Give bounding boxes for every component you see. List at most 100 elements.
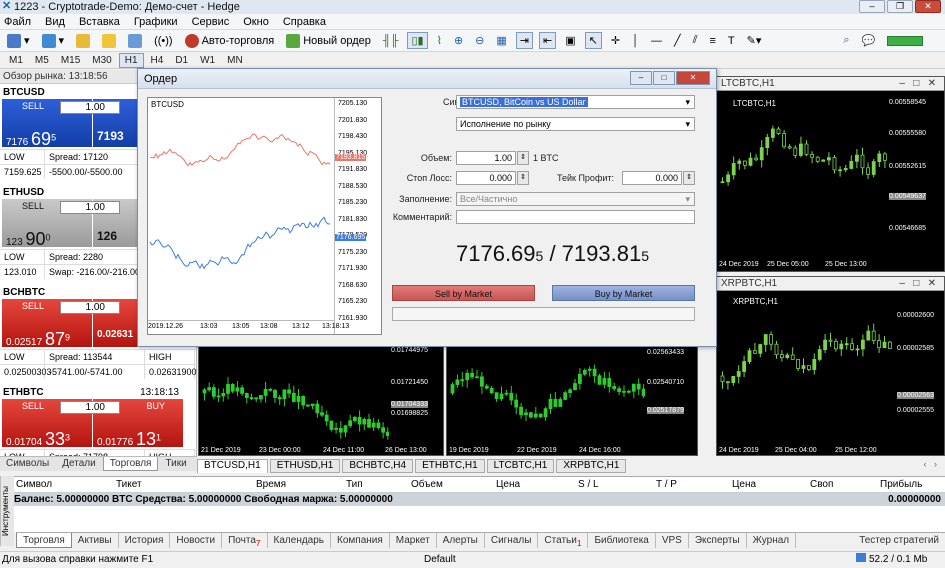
timeframe-h4[interactable]: H4 — [146, 54, 169, 67]
indicators-button[interactable]: ▣ — [562, 33, 578, 48]
chart-window-xrpbtc[interactable]: XRPBTC,H1 – □ ✕ XRPBTC,H1 0.00002600 0.00… — [716, 276, 945, 456]
new-order-button[interactable]: Новый ордер — [283, 33, 374, 49]
strategy-tester-button[interactable]: Тестер стратегий — [853, 533, 945, 548]
col-swap[interactable]: Своп — [810, 477, 880, 492]
navigator-button[interactable] — [99, 33, 119, 49]
chart-window-ltcbtc[interactable]: LTCBTC,H1 – □ ✕ LTCBTC,H1 0.00558545 0.00… — [716, 76, 945, 272]
zoom-out-button[interactable]: ⊖ — [472, 33, 487, 48]
tab-alerts[interactable]: Алерты — [437, 533, 485, 548]
tab-news[interactable]: Новости — [170, 533, 223, 548]
chart-tab-xrpbtc[interactable]: XRPBTC,H1 — [556, 459, 627, 473]
signal-button[interactable]: ((•)) — [151, 34, 176, 48]
timeframe-m1[interactable]: M1 — [4, 54, 28, 67]
fill-policy-select[interactable]: Все/Частично ▾ — [456, 192, 695, 206]
candle-chart-button[interactable]: ▯▮ — [407, 32, 428, 49]
vertical-line-button[interactable]: │ — [629, 34, 642, 48]
tab-signals[interactable]: Сигналы — [485, 533, 539, 548]
text-button[interactable]: T — [725, 34, 738, 48]
tab-details[interactable]: Детали — [56, 457, 101, 471]
tab-experts[interactable]: Эксперты — [689, 533, 747, 548]
order-type-select[interactable]: Исполнение по рынку ▾ — [456, 117, 695, 131]
chart-tab-btcusd[interactable]: BTCUSD,H1 — [197, 459, 268, 473]
tab-vps[interactable]: VPS — [656, 533, 689, 548]
timeframe-h1[interactable]: H1 — [118, 52, 144, 68]
line-chart-button[interactable]: ⌇ — [434, 33, 445, 48]
toolbox-side-label[interactable]: Инструменты — [0, 476, 14, 546]
tile-windows-button[interactable]: ▦ — [493, 33, 509, 48]
crosshair-button[interactable]: ✛ — [608, 33, 623, 48]
tab-symbols[interactable]: Символы — [0, 457, 55, 471]
dialog-minimize-button[interactable]: – — [630, 71, 652, 85]
trend-line-button[interactable]: ╱ — [671, 33, 684, 48]
fibo-button[interactable]: ≡ — [706, 34, 718, 48]
chart-tab-ltcbtc[interactable]: LTCBTC,H1 — [486, 459, 555, 473]
chat-button[interactable]: 💬 — [859, 33, 879, 48]
col-price[interactable]: Цена — [496, 477, 578, 492]
bar-chart-button[interactable]: ╢╟ — [380, 34, 402, 48]
comment-input[interactable] — [456, 210, 695, 224]
zoom-in-button[interactable]: ⊕ — [451, 33, 466, 48]
search-button[interactable]: ⌕ — [840, 33, 852, 48]
volume-spinner[interactable]: ⇕ — [517, 151, 529, 165]
menu-tools[interactable]: Сервис — [192, 16, 230, 28]
volume-input[interactable]: 1.00 — [60, 201, 120, 214]
chart-window-bchbtc[interactable]: 0.02563433 0.02540710 0.02517879 19 Dec … — [446, 340, 698, 456]
timeframe-m5[interactable]: M5 — [30, 54, 54, 67]
autotrade-button[interactable]: Авто-торговля — [182, 33, 278, 49]
menu-help[interactable]: Справка — [283, 16, 326, 28]
tab-trading[interactable]: Торговля — [102, 457, 159, 471]
shapes-button[interactable]: ✎▾ — [744, 33, 765, 48]
timeframe-w1[interactable]: W1 — [195, 54, 220, 67]
take-profit-input[interactable]: 0.000 — [622, 171, 682, 185]
chart-tab-ethbtc[interactable]: ETHBTC,H1 — [415, 459, 485, 473]
tab-assets[interactable]: Активы — [72, 533, 119, 548]
tab-market[interactable]: Маркет — [390, 533, 437, 548]
menu-window[interactable]: Окно — [243, 16, 269, 28]
col-profit[interactable]: Прибыль — [880, 477, 930, 492]
stop-loss-spinner[interactable]: ⇕ — [517, 171, 529, 185]
dialog-close-button[interactable]: ✕ — [676, 71, 710, 85]
volume-input[interactable]: 1.00 — [60, 101, 120, 114]
col-volume[interactable]: Объем — [411, 477, 496, 492]
minimize-button[interactable]: – — [859, 0, 885, 13]
restore-button[interactable]: ❐ — [887, 0, 913, 13]
tab-calendar[interactable]: Календарь — [268, 533, 332, 548]
col-time[interactable]: Время — [256, 477, 346, 492]
col-current-price[interactable]: Цена — [732, 477, 810, 492]
col-symbol[interactable]: Символ — [16, 477, 116, 492]
volume-input[interactable]: 1.00 — [60, 401, 120, 414]
chart-window-controls[interactable]: – □ ✕ — [899, 277, 936, 291]
folder-button[interactable] — [73, 33, 93, 49]
menu-charts[interactable]: Графики — [134, 16, 178, 28]
tab-articles[interactable]: Статьи1 — [538, 533, 589, 548]
symbol-select[interactable]: BTCUSD, BitCoin vs US Dollar ▾ — [456, 95, 695, 109]
buy-by-market-button[interactable]: Buy by Market — [552, 285, 695, 301]
menu-file[interactable]: Файл — [4, 16, 31, 28]
col-tp[interactable]: T / P — [656, 477, 732, 492]
col-ticket[interactable]: Тикет — [116, 477, 256, 492]
autoscroll-button[interactable]: ⇥ — [515, 32, 534, 49]
timeframe-m30[interactable]: M30 — [87, 54, 116, 67]
tab-ticks[interactable]: Тики — [159, 457, 192, 471]
menu-view[interactable]: Вид — [45, 16, 65, 28]
col-sl[interactable]: S / L — [578, 477, 656, 492]
menu-insert[interactable]: Вставка — [79, 16, 120, 28]
horizontal-line-button[interactable]: — — [648, 34, 665, 48]
tab-history[interactable]: История — [119, 533, 171, 548]
dialog-maximize-button[interactable]: □ — [653, 71, 675, 85]
timeframe-d1[interactable]: D1 — [170, 54, 193, 67]
tab-library[interactable]: Библиотека — [588, 533, 656, 548]
timeframe-m15[interactable]: M15 — [56, 54, 85, 67]
chart-shift-button[interactable]: ⇤ — [539, 32, 557, 49]
profiles-button[interactable]: ▾ — [39, 33, 68, 49]
chart-tab-bchbtc[interactable]: BCHBTC,H4 — [342, 459, 414, 473]
col-type[interactable]: Тип — [346, 477, 411, 492]
sell-by-market-button[interactable]: Sell by Market — [392, 285, 535, 301]
stop-loss-input[interactable]: 0.000 — [456, 171, 516, 185]
cursor-button[interactable]: ↖ — [584, 32, 602, 49]
channel-button[interactable]: ⫽ — [690, 33, 701, 48]
tab-trade[interactable]: Торговля — [16, 533, 72, 548]
new-chart-button[interactable]: ▾ — [4, 33, 33, 49]
take-profit-spinner[interactable]: ⇕ — [683, 171, 695, 185]
chart-tab-ethusd[interactable]: ETHUSD,H1 — [269, 459, 341, 473]
